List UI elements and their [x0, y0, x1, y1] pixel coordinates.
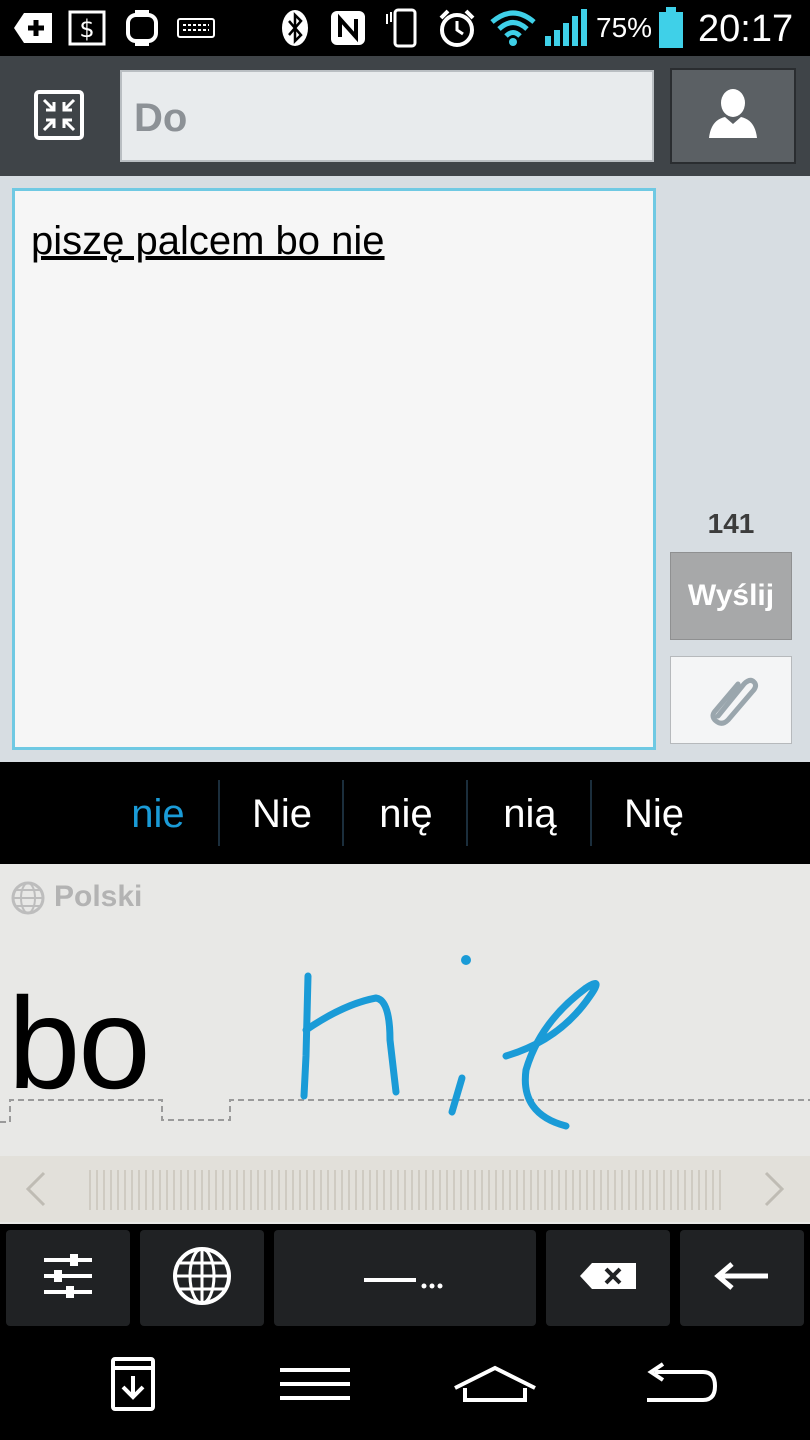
- space-icon: [360, 1256, 450, 1301]
- watch-icon: [122, 10, 162, 46]
- suggestion-bar: nie Nie nię nią Nię: [0, 762, 810, 864]
- chevron-left-icon[interactable]: [22, 1170, 48, 1213]
- character-counter: 141: [707, 508, 755, 539]
- scroll-ticks: [88, 1170, 724, 1210]
- suggestion-divider: [466, 780, 468, 846]
- suggestion-divider: [342, 780, 344, 846]
- suggestion-divider: [218, 780, 220, 846]
- handwriting-ink: [300, 955, 600, 1130]
- wifi-icon: [488, 10, 538, 46]
- contacts-button[interactable]: [670, 68, 796, 164]
- back-button[interactable]: [624, 1348, 734, 1424]
- bluetooth-icon: [276, 10, 314, 46]
- globe-icon: [171, 1245, 233, 1312]
- keyboard-icon: [176, 10, 216, 46]
- nfc-icon: [328, 10, 368, 46]
- battery-percent: 75%: [596, 12, 653, 43]
- suggestion-item[interactable]: nią: [470, 762, 590, 864]
- add-icon: [10, 10, 56, 46]
- suggestion-item[interactable]: Nie: [222, 762, 342, 864]
- suggestion-item[interactable]: Nię: [594, 762, 714, 864]
- home-icon: [451, 1364, 539, 1409]
- message-text: piszę palcem bo nie: [31, 219, 385, 263]
- battery-icon: [656, 7, 686, 48]
- attach-icon: [700, 670, 762, 731]
- handwriting-scrollbar[interactable]: [0, 1156, 810, 1222]
- menu-button[interactable]: [260, 1348, 370, 1424]
- suggestion-item[interactable]: nię: [346, 762, 466, 864]
- collapse-icon: [32, 88, 86, 147]
- backspace-key[interactable]: [546, 1230, 670, 1326]
- keyboard-row: [0, 1224, 810, 1334]
- chevron-right-icon[interactable]: [762, 1170, 788, 1213]
- suggestion-item[interactable]: nie: [98, 762, 218, 864]
- settings-key[interactable]: [6, 1230, 130, 1326]
- clock: 20:17: [698, 8, 794, 50]
- status-bar: $ 75% 20:17: [0, 0, 810, 56]
- contact-icon: [705, 88, 761, 145]
- backspace-icon: [578, 1261, 638, 1296]
- attach-button[interactable]: [670, 656, 792, 744]
- compose-area: piszę palcem bo nie 141 Wyślij: [0, 176, 810, 762]
- navigation-bar: [0, 1334, 810, 1440]
- handwriting-pad[interactable]: Polski bo: [0, 864, 810, 1224]
- collapse-button[interactable]: [20, 80, 98, 154]
- recipient-input[interactable]: Do: [120, 70, 654, 162]
- vibrate-icon: [380, 8, 426, 48]
- message-header: Do: [0, 56, 810, 176]
- message-input[interactable]: piszę palcem bo nie: [12, 188, 656, 750]
- enter-icon: [712, 1258, 772, 1299]
- settings-icon: [40, 1250, 96, 1307]
- back-icon: [639, 1361, 719, 1411]
- suggestion-divider: [590, 780, 592, 846]
- space-key[interactable]: [274, 1230, 536, 1326]
- alarm-icon: [436, 9, 478, 47]
- signal-icon: [542, 9, 590, 46]
- svg-text:$: $: [79, 15, 94, 43]
- enter-key[interactable]: [680, 1230, 804, 1326]
- dollar-card-icon: $: [66, 10, 108, 46]
- notes-button[interactable]: [78, 1348, 188, 1424]
- send-button[interactable]: Wyślij: [670, 552, 792, 640]
- menu-icon: [278, 1366, 352, 1407]
- language-key[interactable]: [140, 1230, 264, 1326]
- download-box-icon: [109, 1356, 157, 1417]
- home-button[interactable]: [440, 1348, 550, 1424]
